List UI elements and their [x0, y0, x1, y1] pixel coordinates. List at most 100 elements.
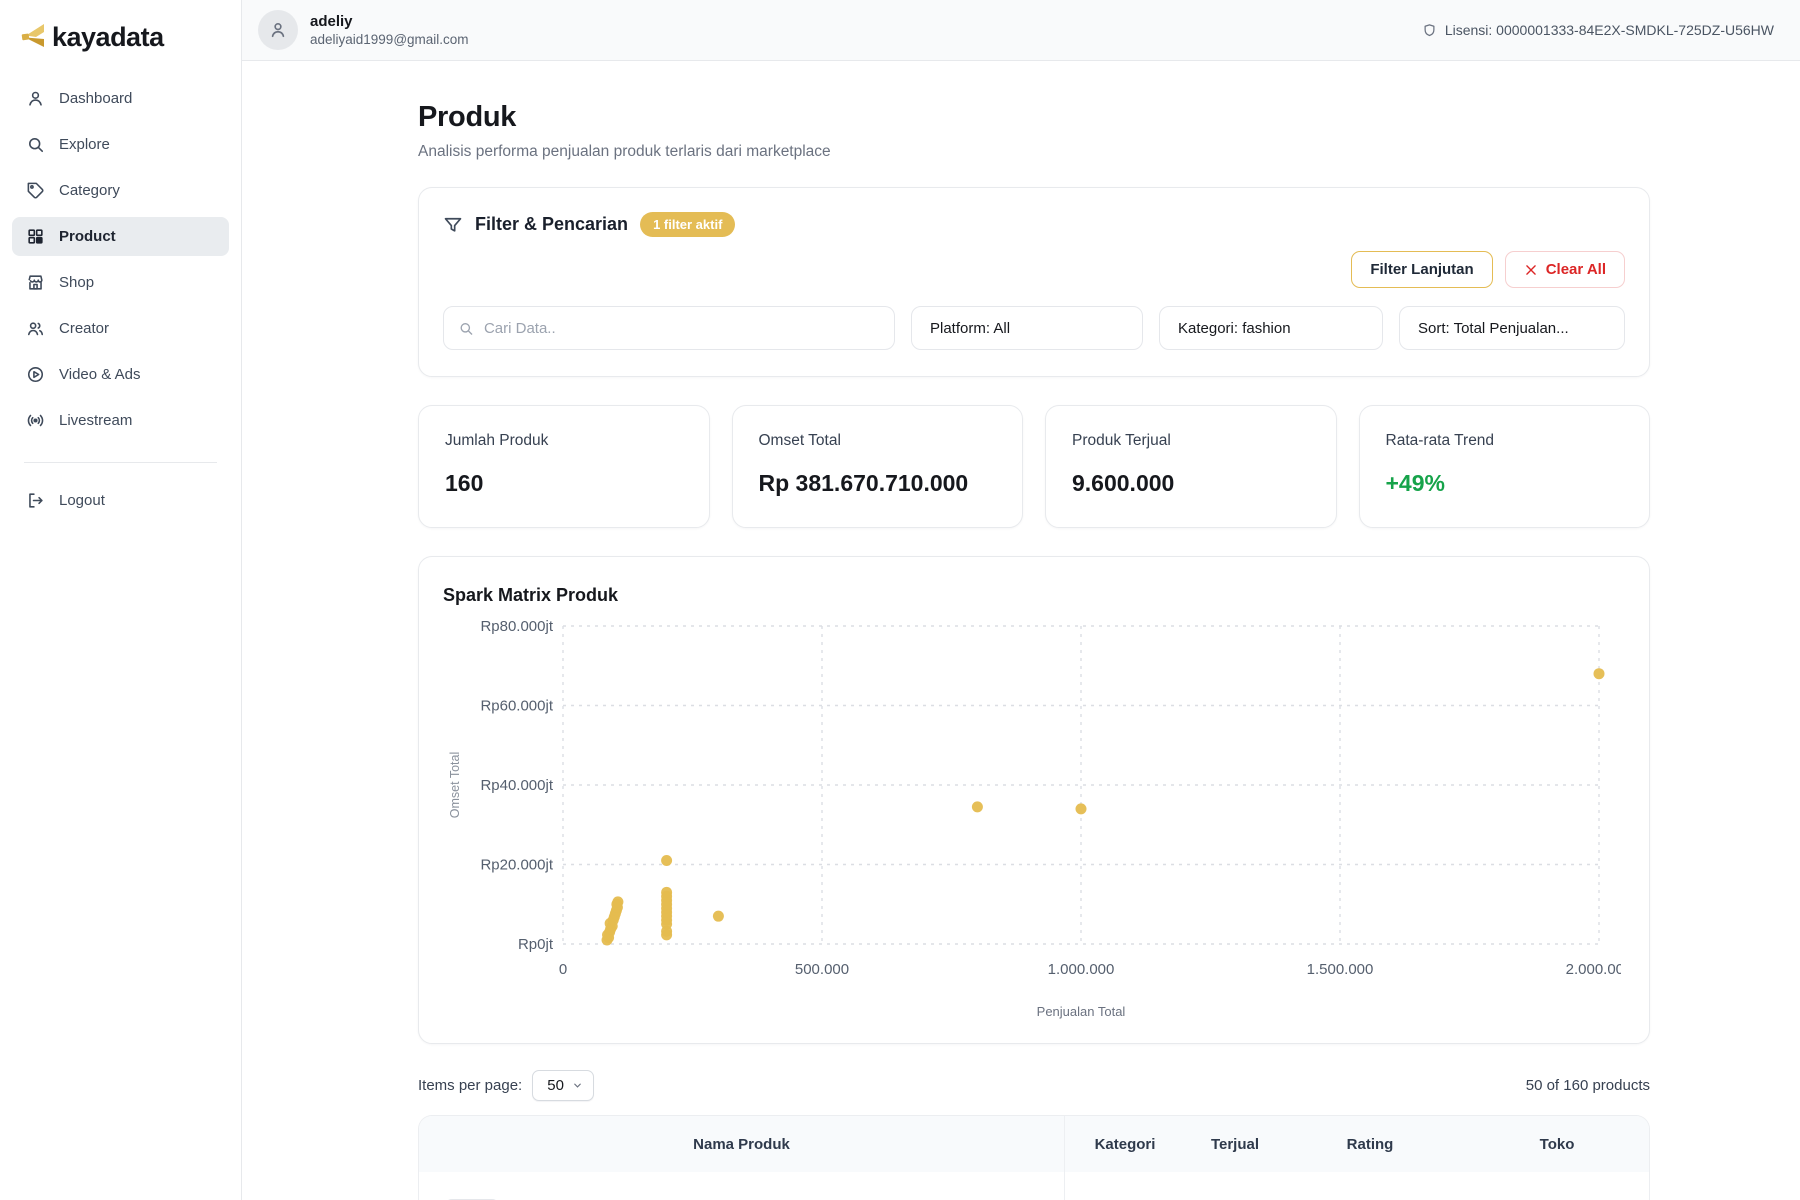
sidebar-item-category[interactable]: Category — [12, 171, 229, 210]
search-icon — [26, 135, 45, 154]
svg-text:1.000.000: 1.000.000 — [1048, 961, 1115, 978]
user-block[interactable]: adeliy adeliyaid1999@gmail.com — [258, 10, 469, 50]
sidebar-item-label: Product — [59, 228, 116, 245]
page-title: Produk — [418, 101, 1800, 134]
svg-text:Rp60.000jt: Rp60.000jt — [480, 698, 553, 715]
chevron-down-icon — [572, 1080, 583, 1091]
stat-label: Jumlah Produk — [445, 432, 683, 450]
stats-row: Jumlah Produk 160 Omset Total Rp 381.670… — [418, 405, 1650, 528]
sidebar-item-video-ads[interactable]: Video & Ads — [12, 355, 229, 394]
svg-text:0: 0 — [559, 961, 567, 978]
sidebar-item-label: Dashboard — [59, 90, 132, 107]
pagination-controls: Items per page: 50 50 of 160 products — [418, 1070, 1650, 1101]
stat-value: 9.600.000 — [1072, 470, 1310, 497]
stat-card-rata-rata-trend: Rata-rata Trend +49% — [1359, 405, 1651, 528]
column-header-kategori: Kategori — [1065, 1116, 1185, 1172]
brand-name: kayadata — [52, 22, 164, 53]
sidebar-item-explore[interactable]: Explore — [12, 125, 229, 164]
kategori-dropdown-value: Kategori: fashion — [1178, 320, 1291, 337]
kategori-dropdown[interactable]: Kategori: fashion — [1159, 306, 1383, 350]
stat-value: 160 — [445, 470, 683, 497]
sidebar-item-livestream[interactable]: Livestream — [12, 401, 229, 440]
avatar — [258, 10, 298, 50]
logout-button[interactable]: Logout — [12, 481, 229, 520]
page-subtitle: Analisis performa penjualan produk terla… — [418, 143, 1800, 161]
sidebar-item-label: Category — [59, 182, 120, 199]
sidebar-item-label: Creator — [59, 320, 109, 337]
active-filter-badge: 1 filter aktif — [640, 212, 735, 237]
user-email: adeliyaid1999@gmail.com — [310, 32, 469, 47]
stat-card-jumlah-produk: Jumlah Produk 160 — [418, 405, 710, 528]
sidebar-item-label: Livestream — [59, 412, 132, 429]
user-name: adeliy — [310, 13, 469, 30]
svg-text:2.000.000: 2.000.000 — [1566, 961, 1621, 978]
user-icon — [26, 89, 45, 108]
platform-dropdown-value: Platform: All — [930, 320, 1010, 337]
brand-logo[interactable]: kayadata — [0, 0, 241, 79]
stat-value-trend: +49% — [1386, 470, 1624, 497]
top-header: adeliy adeliyaid1999@gmail.com Lisensi: … — [242, 0, 1800, 61]
scatter-chart: 0500.0001.000.0001.500.0002.000.000Rp0jt… — [441, 610, 1621, 1028]
tag-icon — [26, 181, 45, 200]
filter-title: Filter & Pencarian — [475, 214, 628, 235]
svg-text:Rp0jt: Rp0jt — [518, 936, 554, 953]
advanced-filter-label: Filter Lanjutan — [1370, 261, 1473, 278]
svg-text:Penjualan Total: Penjualan Total — [1037, 1004, 1126, 1019]
funnel-icon — [443, 215, 463, 235]
items-per-page-value: 50 — [547, 1077, 564, 1094]
stat-value: Rp 381.670.710.000 — [759, 470, 997, 497]
stat-label: Rata-rata Trend — [1386, 432, 1624, 450]
filter-card: Filter & Pencarian 1 filter aktif Filter… — [418, 187, 1650, 377]
platform-dropdown[interactable]: Platform: All — [911, 306, 1143, 350]
sidebar-item-label: Explore — [59, 136, 110, 153]
broadcast-icon — [26, 411, 45, 430]
items-per-page-label: Items per page: — [418, 1077, 522, 1094]
license-info: Lisensi: 0000001333-84E2X-SMDKL-725DZ-U5… — [1422, 22, 1774, 38]
sidebar-item-dashboard[interactable]: Dashboard — [12, 79, 229, 118]
license-text: Lisensi: 0000001333-84E2X-SMDKL-725DZ-U5… — [1445, 22, 1774, 38]
column-header-toko: Toko — [1455, 1116, 1649, 1172]
sidebar-item-creator[interactable]: Creator — [12, 309, 229, 348]
products-table: Nama Produk Kategori Terjual Rating Toko… — [418, 1115, 1650, 1200]
column-header-terjual: Terjual — [1185, 1116, 1285, 1172]
users-icon — [26, 319, 45, 338]
svg-text:1.500.000: 1.500.000 — [1307, 961, 1374, 978]
sidebar-nav: Dashboard Explore Category Product Shop … — [0, 79, 241, 520]
logout-icon — [26, 491, 45, 510]
close-icon — [1524, 263, 1538, 277]
sidebar-item-shop[interactable]: Shop — [12, 263, 229, 302]
clear-all-label: Clear All — [1546, 261, 1606, 278]
stat-label: Produk Terjual — [1072, 432, 1310, 450]
sidebar: kayadata Dashboard Explore Category Prod… — [0, 0, 242, 1200]
sort-dropdown-value: Sort: Total Penjualan... — [1418, 320, 1569, 337]
chart-title: Spark Matrix Produk — [443, 585, 1625, 606]
sidebar-divider — [24, 462, 217, 463]
store-icon — [26, 273, 45, 292]
search-box[interactable] — [443, 306, 895, 350]
stat-label: Omset Total — [759, 432, 997, 450]
search-input[interactable] — [484, 320, 880, 337]
table-row[interactable]: [PROMO] Kaos Polos Lengan Pendek Cotton … — [419, 1172, 1649, 1200]
products-count-summary: 50 of 160 products — [1526, 1077, 1650, 1094]
play-circle-icon — [26, 365, 45, 384]
grid-icon — [26, 227, 45, 246]
stat-card-produk-terjual: Produk Terjual 9.600.000 — [1045, 405, 1337, 528]
svg-text:Rp20.000jt: Rp20.000jt — [480, 857, 553, 874]
clear-all-button[interactable]: Clear All — [1505, 251, 1625, 288]
svg-text:Omset Total: Omset Total — [448, 752, 462, 818]
sidebar-item-label: Shop — [59, 274, 94, 291]
sort-dropdown[interactable]: Sort: Total Penjualan... — [1399, 306, 1625, 350]
logout-label: Logout — [59, 492, 105, 509]
shield-icon — [1422, 23, 1437, 38]
sidebar-item-label: Video & Ads — [59, 366, 140, 383]
svg-text:Rp80.000jt: Rp80.000jt — [480, 618, 553, 635]
main-content: Produk Analisis performa penjualan produ… — [242, 0, 1800, 1200]
kayadata-logo-icon — [20, 23, 46, 53]
user-icon — [268, 20, 288, 40]
column-header-nama-produk: Nama Produk — [419, 1116, 1065, 1172]
items-per-page-select[interactable]: 50 — [532, 1070, 594, 1101]
column-header-rating: Rating — [1285, 1116, 1455, 1172]
advanced-filter-button[interactable]: Filter Lanjutan — [1351, 251, 1492, 288]
svg-text:Rp40.000jt: Rp40.000jt — [480, 777, 553, 794]
sidebar-item-product[interactable]: Product — [12, 217, 229, 256]
